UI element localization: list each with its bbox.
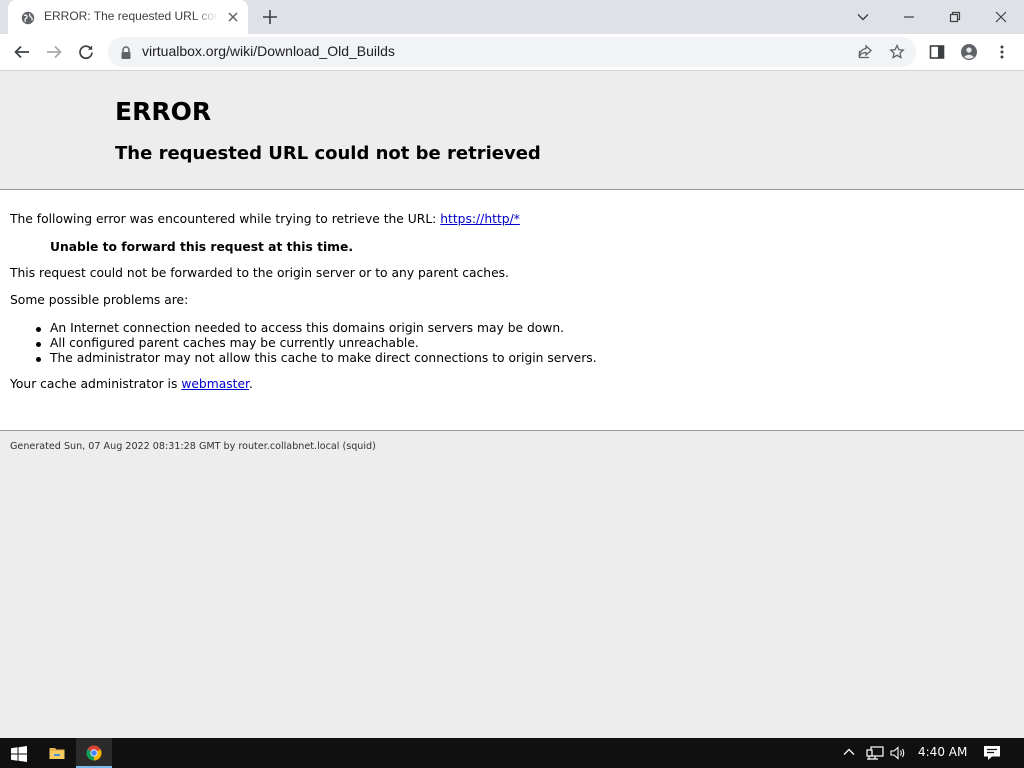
new-tab-button[interactable] bbox=[260, 7, 280, 27]
forward-button[interactable] bbox=[42, 40, 66, 64]
error-content: The following error was encountered whil… bbox=[0, 190, 1024, 431]
star-icon[interactable] bbox=[889, 43, 905, 64]
profile-button[interactable] bbox=[957, 40, 981, 64]
intro-text: The following error was encountered whil… bbox=[10, 212, 437, 226]
network-button[interactable] bbox=[866, 738, 884, 768]
list-item: The administrator may not allow this cac… bbox=[34, 351, 597, 366]
minimize-icon bbox=[904, 16, 914, 18]
chevron-up-icon bbox=[843, 748, 855, 755]
browser-toolbar: virtualbox.org/wiki/Download_Old_Builds bbox=[0, 34, 1024, 71]
page-title: ERROR bbox=[115, 97, 212, 126]
error-reason: Unable to forward this request at this t… bbox=[50, 240, 354, 254]
list-item: An Internet connection needed to access … bbox=[34, 321, 597, 336]
chrome-taskbar-button[interactable] bbox=[76, 738, 112, 768]
admin-suffix: . bbox=[248, 377, 253, 391]
tab-search-button[interactable] bbox=[840, 0, 886, 34]
arrow-right-icon bbox=[47, 45, 62, 59]
webmaster-link[interactable]: webmaster bbox=[181, 377, 249, 391]
folder-icon bbox=[49, 748, 65, 759]
notification-icon bbox=[984, 746, 1000, 760]
globe-icon bbox=[21, 10, 35, 25]
plus-icon bbox=[263, 10, 277, 24]
forward-text: This request could not be forwarded to t… bbox=[10, 266, 509, 280]
side-panel-button[interactable] bbox=[925, 40, 949, 64]
error-titles: ERROR The requested URL could not be ret… bbox=[0, 71, 1024, 190]
close-window-button[interactable] bbox=[978, 0, 1024, 34]
minimize-button[interactable] bbox=[886, 0, 932, 34]
avatar-icon bbox=[961, 44, 977, 60]
side-panel-icon bbox=[929, 45, 945, 59]
back-button[interactable] bbox=[10, 40, 34, 64]
problems-list: An Internet connection needed to access … bbox=[34, 321, 597, 366]
menu-button[interactable] bbox=[990, 40, 1014, 64]
page-viewport: ERROR The requested URL could not be ret… bbox=[0, 71, 1024, 738]
close-icon[interactable] bbox=[225, 9, 241, 25]
page-subtitle: The requested URL could not be retrieved bbox=[115, 143, 541, 164]
taskbar: 4:40 AM bbox=[0, 738, 1024, 768]
reload-icon bbox=[79, 45, 93, 59]
admin-text: Your cache administrator is bbox=[10, 377, 178, 391]
close-icon bbox=[995, 11, 1007, 23]
windows-logo-icon bbox=[11, 746, 27, 762]
admin-line: Your cache administrator is webmaster. bbox=[10, 377, 253, 391]
tab-title: ERROR: The requested URL could not be re… bbox=[44, 9, 218, 23]
tab-active[interactable]: ERROR: The requested URL could not be re… bbox=[8, 0, 248, 34]
show-hidden-icons-button[interactable] bbox=[843, 738, 857, 768]
tab-strip: ERROR: The requested URL could not be re… bbox=[0, 0, 1024, 34]
arrow-left-icon bbox=[14, 45, 29, 59]
chevron-down-icon bbox=[857, 14, 869, 21]
address-bar[interactable]: virtualbox.org/wiki/Download_Old_Builds bbox=[108, 37, 916, 67]
intro-line: The following error was encountered whil… bbox=[10, 212, 520, 226]
restore-button[interactable] bbox=[932, 0, 978, 34]
notification-button[interactable] bbox=[979, 738, 1005, 768]
network-icon bbox=[866, 746, 884, 760]
start-button[interactable] bbox=[0, 738, 36, 768]
url-text[interactable]: virtualbox.org/wiki/Download_Old_Builds bbox=[142, 43, 395, 61]
restore-icon bbox=[949, 11, 961, 23]
problems-heading: Some possible problems are: bbox=[10, 293, 189, 307]
kebab-menu-icon bbox=[1000, 45, 1004, 59]
file-explorer-button[interactable] bbox=[40, 738, 74, 768]
lock-icon[interactable] bbox=[120, 45, 132, 59]
volume-icon bbox=[890, 746, 905, 760]
error-url-link[interactable]: https://http/* bbox=[440, 212, 520, 226]
system-clock[interactable]: 4:40 AM bbox=[918, 745, 967, 759]
page-footer: Generated Sun, 07 Aug 2022 08:31:28 GMT … bbox=[10, 441, 376, 452]
reload-button[interactable] bbox=[74, 40, 98, 64]
volume-button[interactable] bbox=[890, 738, 908, 768]
chrome-icon bbox=[86, 745, 102, 761]
share-icon[interactable] bbox=[857, 44, 873, 64]
list-item: All configured parent caches may be curr… bbox=[34, 336, 597, 351]
